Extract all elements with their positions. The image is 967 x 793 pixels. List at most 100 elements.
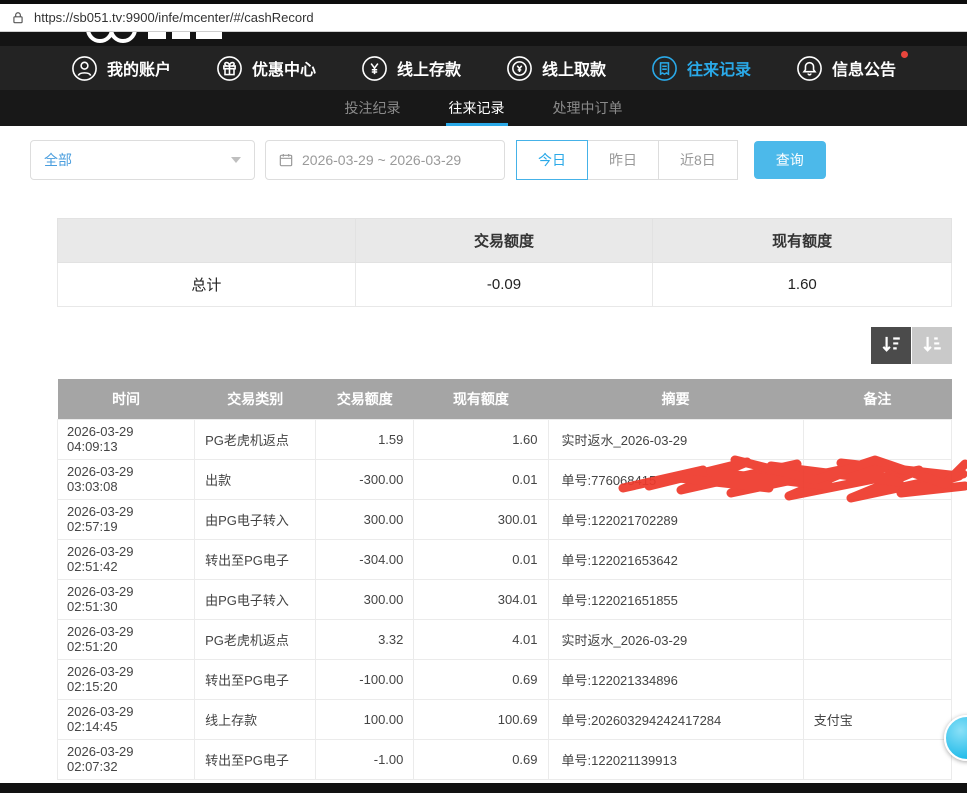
records-tbody: 2026-03-29 04:09:13PG老虎机返点1.591.60实时返水_2… xyxy=(58,419,952,779)
summary-balance-total: 1.60 xyxy=(653,263,952,307)
sort-desc-button[interactable] xyxy=(871,327,911,364)
cell-type: 转出至PG电子 xyxy=(195,739,316,779)
window-bottom-edge xyxy=(0,783,967,793)
sort-asc-button[interactable] xyxy=(912,327,952,364)
table-row: 2026-03-29 02:51:42转出至PG电子-304.000.01单号:… xyxy=(58,539,952,579)
cell-amount: -1.00 xyxy=(316,739,414,779)
nav-item-label: 我的账户 xyxy=(107,56,171,80)
nav-item-deposit[interactable]: 线上存款 xyxy=(361,55,461,82)
record-icon xyxy=(651,55,678,82)
date-range-value: 2026-03-29 ~ 2026-03-29 xyxy=(302,152,461,168)
table-row: 2026-03-29 02:14:45线上存款100.00100.69单号:20… xyxy=(58,699,952,739)
summary-row: 总计 -0.09 1.60 xyxy=(58,263,952,307)
url-text: https://sb051.tv:9900/infe/mcenter/#/cas… xyxy=(34,10,314,25)
logo-shape xyxy=(148,32,166,39)
nav-item-withdraw[interactable]: 线上取款 xyxy=(506,55,606,82)
column-header-amount: 交易额度 xyxy=(316,379,414,419)
table-row: 2026-03-29 02:51:20PG老虎机返点3.324.01实时返水_2… xyxy=(58,619,952,659)
cell-type: PG老虎机返点 xyxy=(195,419,316,459)
cell-remark xyxy=(803,419,951,459)
cell-balance: 100.69 xyxy=(414,699,548,739)
cell-type: 线上存款 xyxy=(195,699,316,739)
search-button[interactable]: 查询 xyxy=(754,141,826,179)
nav-item-label: 线上存款 xyxy=(397,56,461,80)
subnav-item-bet-records[interactable]: 投注纪录 xyxy=(342,90,404,126)
column-header-type: 交易类别 xyxy=(195,379,316,419)
browser-url-bar[interactable]: https://sb051.tv:9900/infe/mcenter/#/cas… xyxy=(0,4,967,32)
content: 全部 2026-03-29 ~ 2026-03-29 今日昨日近8日 查询 交易… xyxy=(0,126,967,780)
subnav-item-pending-orders[interactable]: 处理中订单 xyxy=(550,90,626,126)
nav-item-label: 线上取款 xyxy=(542,56,606,80)
cell-time: 2026-03-29 02:14:45 xyxy=(58,699,195,739)
records-section: 时间交易类别交易额度现有额度摘要备注 2026-03-29 04:09:13PG… xyxy=(57,379,952,780)
cell-summary: 单号:202603294242417284 xyxy=(548,699,803,739)
cell-balance: 0.69 xyxy=(414,659,548,699)
nav-item-my-account[interactable]: 我的账户 xyxy=(71,55,171,82)
calendar-icon xyxy=(278,152,294,168)
logo-shape xyxy=(109,32,137,43)
cell-time: 2026-03-29 02:15:20 xyxy=(58,659,195,699)
type-select[interactable]: 全部 xyxy=(30,140,255,180)
cell-time: 2026-03-29 03:03:08 xyxy=(58,459,195,499)
cell-type: 转出至PG电子 xyxy=(195,659,316,699)
cell-amount: 100.00 xyxy=(316,699,414,739)
quick-button-last-8-days[interactable]: 近8日 xyxy=(658,140,738,180)
cell-summary: 单号:122021651855 xyxy=(548,579,803,619)
summary-total-label: 总计 xyxy=(58,263,356,307)
lock-icon xyxy=(11,11,25,25)
filter-row: 全部 2026-03-29 ~ 2026-03-29 今日昨日近8日 查询 xyxy=(30,140,952,180)
table-row: 2026-03-29 02:51:30由PG电子转入300.00304.01单号… xyxy=(58,579,952,619)
nav-item-announcements[interactable]: 信息公告 xyxy=(796,55,896,82)
nav-item-promotions[interactable]: 优惠中心 xyxy=(216,55,316,82)
cell-time: 2026-03-29 04:09:13 xyxy=(58,419,195,459)
cell-balance: 4.01 xyxy=(414,619,548,659)
cell-type: 出款 xyxy=(195,459,316,499)
quick-date-buttons: 今日昨日近8日 xyxy=(517,140,738,180)
table-row: 2026-03-29 03:03:08出款-300.000.01单号:77606… xyxy=(58,459,952,499)
cell-balance: 0.01 xyxy=(414,539,548,579)
nav-item-records[interactable]: 往来记录 xyxy=(651,55,751,82)
subnav-item-transaction-records[interactable]: 往来记录 xyxy=(446,90,508,126)
cell-remark xyxy=(803,619,951,659)
sub-nav: 投注纪录 往来记录 处理中订单 xyxy=(0,90,967,126)
gift-icon xyxy=(216,55,243,82)
cell-time: 2026-03-29 02:57:19 xyxy=(58,499,195,539)
cell-amount: 3.32 xyxy=(316,619,414,659)
sort-row xyxy=(30,327,952,364)
nav-item-label: 优惠中心 xyxy=(252,56,316,80)
table-row: 2026-03-29 02:07:32转出至PG电子-1.000.69单号:12… xyxy=(58,739,952,779)
column-header-time: 时间 xyxy=(58,379,195,419)
cell-amount: 300.00 xyxy=(316,499,414,539)
screen: https://sb051.tv:9900/infe/mcenter/#/cas… xyxy=(0,0,967,793)
cell-amount: 1.59 xyxy=(316,419,414,459)
cell-summary: 实时返水_2026-03-29 xyxy=(548,619,803,659)
summary-table: 交易额度 现有额度 总计 -0.09 1.60 xyxy=(57,218,952,307)
cell-type: 由PG电子转入 xyxy=(195,499,316,539)
cell-remark: 支付宝 xyxy=(803,699,951,739)
main-nav: 我的账户 优惠中心 线上存款 线上取款 往来记录 信息公告 xyxy=(0,46,967,90)
cell-summary: 单号:122021702289 xyxy=(548,499,803,539)
cell-time: 2026-03-29 02:07:32 xyxy=(58,739,195,779)
deposit-icon xyxy=(361,55,388,82)
summary-header-blank xyxy=(58,219,356,263)
sort-desc-icon xyxy=(880,333,902,358)
cell-type: 转出至PG电子 xyxy=(195,539,316,579)
cell-amount: -304.00 xyxy=(316,539,414,579)
cell-summary: 单号:776068415 xyxy=(548,459,803,499)
cell-summary: 单号:122021334896 xyxy=(548,659,803,699)
cell-balance: 300.01 xyxy=(414,499,548,539)
quick-button-yesterday[interactable]: 昨日 xyxy=(587,140,659,180)
table-row: 2026-03-29 02:57:19由PG电子转入300.00300.01单号… xyxy=(58,499,952,539)
quick-button-today[interactable]: 今日 xyxy=(516,140,588,180)
summary-header-balance: 现有额度 xyxy=(653,219,952,263)
date-range-input[interactable]: 2026-03-29 ~ 2026-03-29 xyxy=(265,140,505,180)
table-row: 2026-03-29 02:15:20转出至PG电子-100.000.69单号:… xyxy=(58,659,952,699)
cell-type: 由PG电子转入 xyxy=(195,579,316,619)
logo-shape xyxy=(196,32,222,39)
cell-remark xyxy=(803,579,951,619)
bell-icon xyxy=(796,55,823,82)
cell-amount: -100.00 xyxy=(316,659,414,699)
cell-summary: 单号:122021653642 xyxy=(548,539,803,579)
column-header-summary: 摘要 xyxy=(548,379,803,419)
summary-header-transaction: 交易额度 xyxy=(355,219,653,263)
